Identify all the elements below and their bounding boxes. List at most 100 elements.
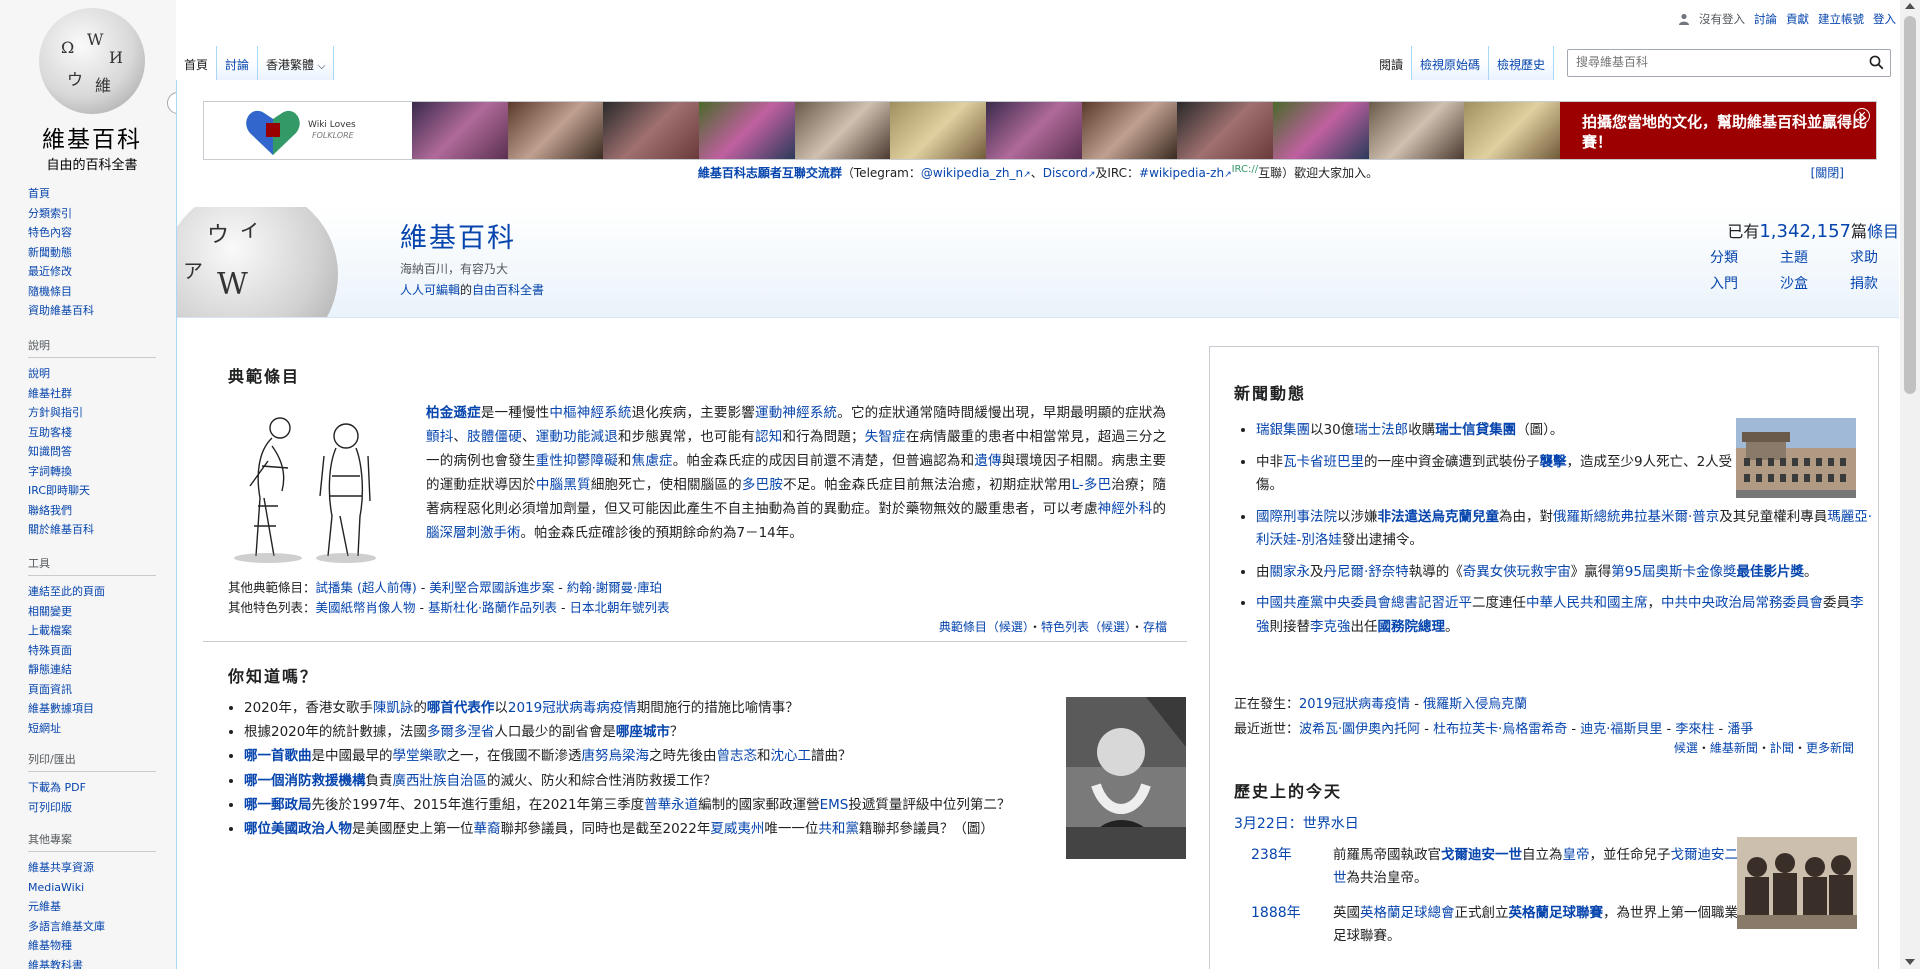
inline-link[interactable]: 英格蘭足球聯賽: [1509, 905, 1604, 921]
create-account-link[interactable]: 建立帳號: [1818, 11, 1864, 27]
tab-main-page[interactable]: 首頁: [176, 46, 218, 80]
nav-help-link[interactable]: 關於維基百科: [28, 523, 94, 536]
nav-main-link[interactable]: 首頁: [28, 187, 50, 200]
link-sandbox[interactable]: 沙盒: [1759, 273, 1829, 293]
nav-help-link[interactable]: 知識問答: [28, 445, 72, 458]
tab-talk[interactable]: 討論: [217, 46, 259, 80]
scroll-up-arrow-icon[interactable]: [1905, 3, 1915, 9]
notice-telegram-link[interactable]: @wikipedia_zh_n: [921, 166, 1023, 180]
credit-suisse-building-photo[interactable]: [1736, 418, 1856, 498]
list-link[interactable]: 迪克·福斯貝里: [1580, 722, 1662, 737]
nav-help-link[interactable]: 說明: [28, 367, 50, 380]
inline-link[interactable]: 非法遣送烏克蘭兒童: [1378, 509, 1500, 525]
inline-link[interactable]: 顫抖: [426, 429, 453, 445]
inline-link[interactable]: 腦深層刺激手術: [426, 525, 521, 541]
list-link[interactable]: 俄羅斯入侵烏克蘭: [1423, 697, 1527, 712]
link-topics[interactable]: 主題: [1759, 247, 1829, 267]
parkinson-illustration[interactable]: [228, 406, 398, 566]
free-encyclopedia-link[interactable]: 自由百科全書: [472, 283, 544, 297]
list-link[interactable]: 2019冠狀病毒疫情: [1299, 697, 1410, 712]
date-event-link[interactable]: 世界水日: [1303, 816, 1359, 832]
scroll-down-arrow-icon[interactable]: [1905, 959, 1915, 965]
list-link[interactable]: 試播集 (超人前傳): [316, 580, 417, 595]
list-link[interactable]: 日本北朝年號列表: [569, 600, 669, 615]
nav-main-link[interactable]: 分類索引: [28, 207, 72, 220]
nav-tools-link[interactable]: 相關變更: [28, 605, 72, 618]
inline-link[interactable]: 普華永道: [644, 797, 698, 813]
nav-other-link[interactable]: 維基共享資源: [28, 861, 94, 874]
inline-link[interactable]: 英格蘭足球總會: [1360, 905, 1455, 921]
notice-close-link[interactable]: [關閉]: [1811, 164, 1844, 181]
inline-link[interactable]: 襲擊: [1540, 454, 1567, 470]
login-link[interactable]: 登入: [1873, 11, 1896, 27]
inline-link[interactable]: 陳凱詠: [373, 700, 414, 716]
inline-link[interactable]: 皇帝: [1563, 847, 1590, 863]
nav-tools-link[interactable]: 短網址: [28, 722, 61, 735]
inline-link[interactable]: 華裔: [474, 821, 501, 837]
nav-other-link[interactable]: MediaWiki: [28, 881, 84, 894]
inline-link[interactable]: 唐努烏梁海: [582, 748, 650, 764]
nav-other-link[interactable]: 維基教科書: [28, 959, 83, 969]
inline-link[interactable]: 李克強: [1310, 619, 1351, 635]
inline-link[interactable]: 焦慮症: [632, 453, 673, 469]
inline-link[interactable]: 神經外科: [1098, 501, 1153, 517]
list-link[interactable]: 基斯杜化·路蘭作品列表: [428, 600, 557, 615]
otd-year-link[interactable]: 238年: [1234, 844, 1313, 890]
inline-link[interactable]: 失智症: [865, 429, 906, 445]
nav-tools-link[interactable]: 上載檔案: [28, 624, 72, 637]
inline-link[interactable]: 遺傳: [974, 453, 1001, 469]
list-link[interactable]: 候選: [1674, 741, 1698, 755]
notice-irc-link[interactable]: #wikipedia-zh: [1139, 166, 1224, 180]
nav-help-link[interactable]: 聯絡我們: [28, 504, 72, 517]
inline-link[interactable]: 國務院總理: [1378, 619, 1446, 635]
historical-photo[interactable]: [1737, 837, 1857, 929]
nav-main-link[interactable]: 特色內容: [28, 226, 72, 239]
nav-help-link[interactable]: 字詞轉換: [28, 465, 72, 478]
inline-link[interactable]: 認知: [755, 429, 782, 445]
inline-link[interactable]: 哪位美國政治人物: [244, 821, 352, 837]
list-link[interactable]: 訃聞: [1770, 741, 1794, 755]
inline-link[interactable]: 運動神經系統: [755, 405, 837, 421]
contributions-link[interactable]: 貢獻: [1786, 11, 1809, 27]
inline-link[interactable]: 哪一郵政局: [244, 797, 312, 813]
inline-link[interactable]: 共和黨: [818, 821, 859, 837]
inline-link[interactable]: 關家永: [1270, 564, 1311, 580]
nav-other-link[interactable]: 維基物種: [28, 939, 72, 952]
search-input[interactable]: [1568, 50, 1864, 74]
inline-link[interactable]: 第95屆奧斯卡金像獎: [1611, 564, 1736, 580]
notice-discord-link[interactable]: Discord: [1043, 166, 1088, 180]
list-link[interactable]: 更多新聞: [1806, 741, 1854, 755]
inline-link[interactable]: 奇異女俠玩救宇宙: [1463, 564, 1571, 580]
list-link[interactable]: 美國紙幣肖像人物: [316, 600, 416, 615]
inline-link[interactable]: 多巴胺: [742, 477, 783, 493]
inline-link[interactable]: 哪首代表作: [427, 700, 495, 716]
inline-link[interactable]: 多爾多涅省: [427, 724, 495, 740]
link-donate[interactable]: 捐款: [1829, 273, 1899, 293]
tab-history[interactable]: 檢視歷史: [1489, 46, 1555, 80]
articles-link[interactable]: 條目: [1867, 222, 1899, 241]
tab-read[interactable]: 閱讀: [1371, 46, 1413, 80]
nav-main-link[interactable]: 隨機條目: [28, 285, 72, 298]
nav-help-link[interactable]: IRC即時聊天: [28, 484, 90, 497]
inline-link[interactable]: 夏威夷州: [710, 821, 764, 837]
nav-other-link[interactable]: 元維基: [28, 900, 61, 913]
inline-link[interactable]: 中國共產黨中央委員會總書記: [1256, 595, 1432, 611]
tab-view-source[interactable]: 檢視原始碼: [1412, 46, 1490, 80]
inline-link[interactable]: 中樞神經系統: [549, 405, 631, 421]
inline-link[interactable]: 中共中央政治局常務委員會: [1661, 595, 1823, 611]
link-categories[interactable]: 分類: [1689, 247, 1759, 267]
list-link[interactable]: 典範條目（候選）: [939, 620, 1029, 634]
inline-link[interactable]: 弗拉基米爾·普京: [1621, 509, 1720, 525]
list-link[interactable]: 杜布拉芙卡·烏格雷希奇: [1433, 722, 1567, 737]
wiki-loves-folklore-banner[interactable]: Wiki Loves FOLKLORE 拍攝您當地的文化，幫助維基百科並贏得比賽…: [203, 101, 1877, 160]
inline-link[interactable]: 中腦: [536, 477, 563, 493]
otd-year-link[interactable]: 1888年: [1234, 902, 1313, 948]
inline-link[interactable]: 丹尼爾·舒奈特: [1324, 564, 1409, 580]
inline-link[interactable]: 哪一首歌曲: [244, 748, 312, 764]
inline-link[interactable]: EMS: [820, 797, 849, 813]
inline-link[interactable]: 習近平: [1432, 595, 1473, 611]
nav-help-link[interactable]: 方針與指引: [28, 406, 83, 419]
nav-help-link[interactable]: 互助客棧: [28, 426, 72, 439]
inline-link[interactable]: 2019冠狀病毒病疫情: [508, 700, 637, 716]
nav-print-link[interactable]: 可列印版: [28, 801, 72, 814]
